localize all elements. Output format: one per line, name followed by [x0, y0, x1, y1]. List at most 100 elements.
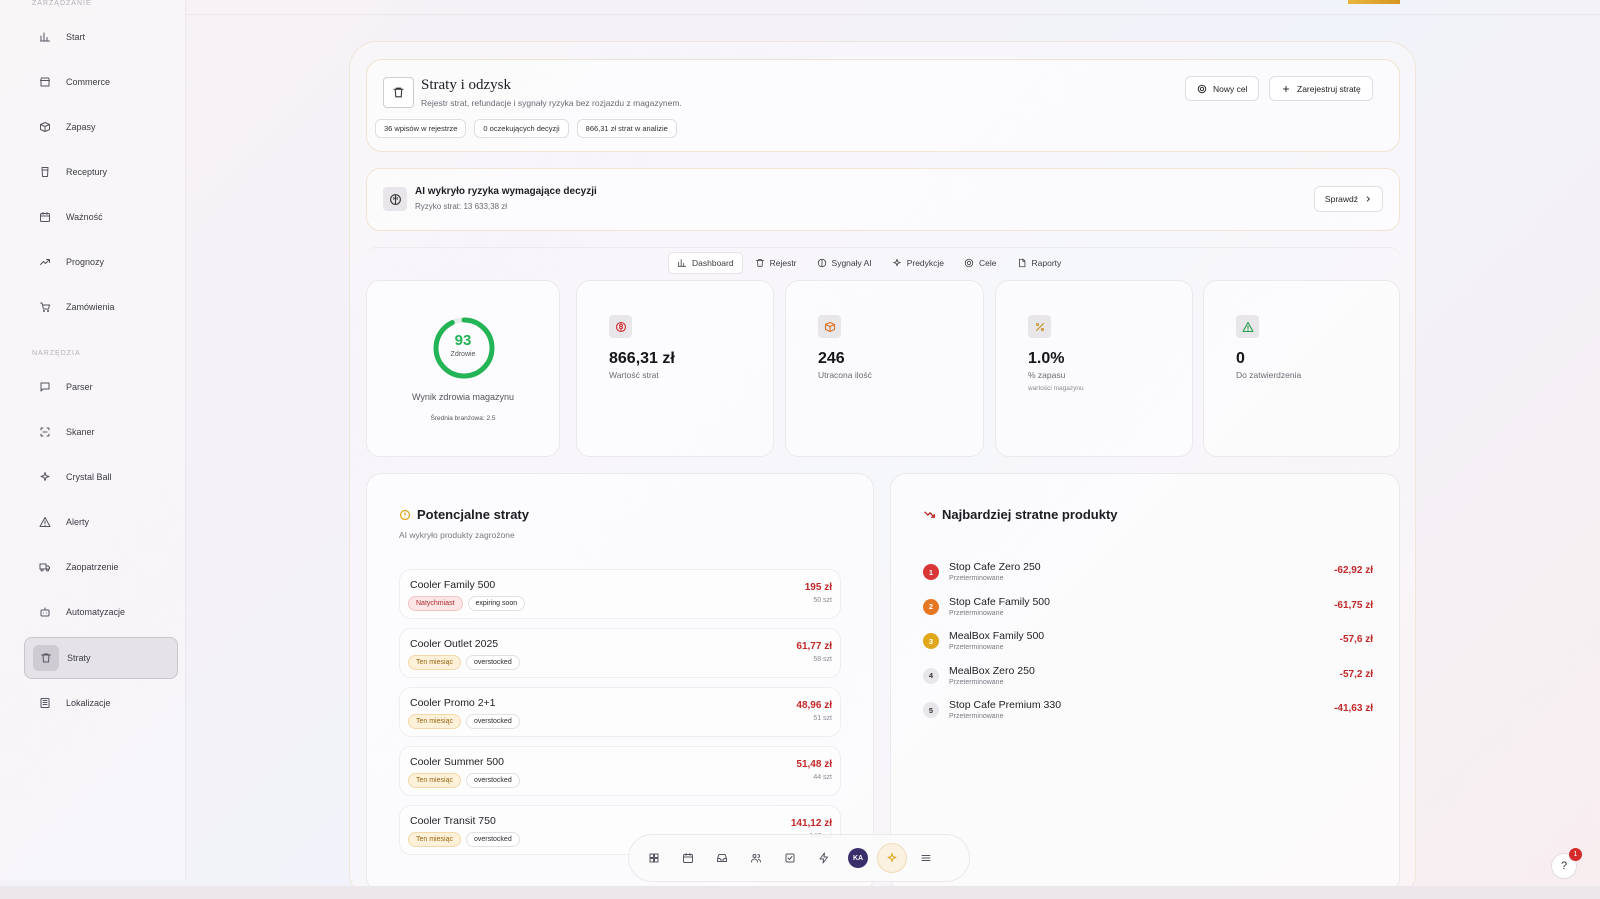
- potential-losses-title: Potencjalne straty: [417, 507, 529, 522]
- tab-label: Raporty: [1031, 258, 1062, 268]
- sidebar-item-start[interactable]: Start: [24, 16, 178, 58]
- new-goal-button[interactable]: Nowy cel: [1185, 76, 1260, 101]
- brain-icon: [383, 187, 407, 211]
- tabs: Dashboard Rejestr Sygnały AI Predykcje Cele R…: [668, 252, 1069, 274]
- reason-badge: overstocked: [465, 773, 520, 788]
- loss-tags: Ten miesiąc overstocked: [408, 832, 520, 847]
- product-name: Cooler Summer 500: [410, 756, 504, 768]
- product-name: Stop Cafe Zero 250: [949, 561, 1041, 573]
- sidebar-item-crystal-ball[interactable]: Crystal Ball: [24, 456, 178, 498]
- kpi-sublabel: wartości magazynu: [1028, 385, 1084, 392]
- sidebar-item-parser[interactable]: Parser: [24, 366, 178, 408]
- product-name: Cooler Promo 2+1: [410, 697, 496, 709]
- kpi-label: Wartość strat: [609, 370, 659, 380]
- top-product-row[interactable]: 5 Stop Cafe Premium 330 Przeterminowane -41…: [923, 698, 1373, 728]
- rank-badge: 1: [923, 564, 939, 580]
- sidebar-item-straty[interactable]: Straty: [24, 637, 178, 679]
- tab-dashboard[interactable]: Dashboard: [668, 252, 743, 274]
- loss-value: 195 zł: [804, 582, 832, 593]
- top-product-row[interactable]: 2 Stop Cafe Family 500 Przeterminowane -61,…: [923, 595, 1373, 625]
- top-product-row[interactable]: 4 MealBox Zero 250 Przeterminowane -57,2 zł: [923, 664, 1373, 694]
- calendar-dock-button[interactable]: [671, 841, 705, 875]
- sidebar-item-alerty[interactable]: Alerty: [24, 501, 178, 543]
- chip-losses: 866,31 zł strat w analizie: [576, 119, 677, 138]
- dollar-circle-icon: [609, 315, 632, 338]
- sidebar-item-wa-no-[interactable]: Ważność: [24, 196, 178, 238]
- page-subtitle: Rejestr strat, refundacje i sygnały ryzy…: [421, 98, 682, 108]
- sidebar-item-commerce[interactable]: Commerce: [24, 61, 178, 103]
- tab-predykcje[interactable]: Predykcje: [884, 252, 952, 274]
- rank-badge: 4: [923, 667, 939, 684]
- sidebar-item-label: Ważność: [66, 212, 103, 222]
- package-icon: [818, 315, 841, 338]
- product-name: MealBox Family 500: [949, 630, 1045, 642]
- inbox-dock-button[interactable]: [705, 841, 739, 875]
- sidebar-item-zam-wienia[interactable]: Zamówienia: [24, 286, 178, 328]
- sidebar-item-zaopatrzenie[interactable]: Zaopatrzenie: [24, 546, 178, 588]
- kpi-label: Do zatwierdzenia: [1236, 370, 1302, 380]
- reason-badge: overstocked: [465, 655, 520, 670]
- tab-cele[interactable]: Cele: [956, 252, 1004, 274]
- sidebar-item-automatyzacje[interactable]: Automatyzacje: [24, 591, 178, 633]
- sidebar-item-label: Zamówienia: [66, 302, 115, 312]
- sidebar-item-skaner[interactable]: Skaner: [24, 411, 178, 453]
- loss-value: -57,6 zł: [1339, 634, 1373, 645]
- tab-label: Rejestr: [769, 258, 797, 268]
- checkbox-icon: [784, 852, 796, 864]
- sidebar-item-prognozy[interactable]: Prognozy: [24, 241, 178, 283]
- zap-dock-button[interactable]: [807, 841, 841, 875]
- sidebar-item-zapasy[interactable]: Zapasy: [24, 106, 178, 148]
- potential-losses-title-row: Potencjalne straty: [399, 507, 529, 522]
- tab-sygna-y-ai[interactable]: Sygnały AI: [809, 252, 880, 274]
- bot-icon: [38, 605, 52, 619]
- zap-icon: [818, 852, 830, 864]
- tab-label: Sygnały AI: [831, 258, 872, 268]
- sparkles-icon: [892, 258, 902, 268]
- section-label-management: ZARZĄDZANIE: [32, 0, 92, 7]
- tab-raporty[interactable]: Raporty: [1009, 252, 1070, 274]
- grid-dock-button[interactable]: [637, 841, 671, 875]
- ai-assistant-button[interactable]: [875, 841, 909, 875]
- register-loss-button[interactable]: Zarejestruj stratę: [1269, 76, 1373, 101]
- building-icon: [38, 696, 52, 710]
- check-label: Sprawdź: [1324, 194, 1358, 204]
- loss-row[interactable]: Cooler Promo 2+1 Ten miesiąc overstocked 48…: [399, 687, 841, 737]
- potential-losses-subtitle: AI wykryło produkty zagrożone: [399, 530, 515, 540]
- trend-down-icon: [923, 508, 936, 521]
- health-score-label: Zdrowie: [450, 351, 476, 358]
- sidebar-item-label: Zapasy: [66, 122, 96, 132]
- scan-icon: [38, 425, 52, 439]
- ai-alert-card: AI wykryło ryzyka wymagające decyzji Ryz…: [366, 168, 1400, 231]
- loss-reason: Przeterminowane: [949, 678, 1004, 686]
- ai-alert-title: AI wykryło ryzyka wymagające decyzji: [415, 186, 597, 197]
- loss-row[interactable]: Cooler Summer 500 Ten miesiąc overstocked 5…: [399, 746, 841, 796]
- kpi-label: Utracona ilość: [818, 370, 872, 380]
- sparkles-icon: [877, 843, 907, 873]
- product-name: Cooler Outlet 2025: [410, 638, 499, 650]
- loss-value: 51,48 zł: [796, 759, 832, 770]
- chevron-right-icon: [1364, 195, 1372, 203]
- product-name: MealBox Zero 250: [949, 664, 1035, 677]
- sidebar-item-label: Parser: [66, 382, 93, 392]
- sidebar-item-lokalizacje[interactable]: Lokalizacje: [24, 682, 178, 724]
- bar-chart-icon: [677, 258, 687, 268]
- menu-button[interactable]: [909, 841, 943, 875]
- sidebar-item-label: Skaner: [66, 427, 95, 437]
- loss-reason: Przeterminowane: [949, 713, 1004, 720]
- tab-rejestr[interactable]: Rejestr: [747, 252, 805, 274]
- target-icon: [964, 258, 974, 268]
- avatar-button[interactable]: KA: [841, 841, 875, 875]
- rank-badge: 3: [923, 633, 939, 649]
- loss-row[interactable]: Cooler Outlet 2025 Ten miesiąc overstocked…: [399, 628, 841, 678]
- check-button[interactable]: Sprawdź: [1313, 186, 1383, 212]
- loss-row[interactable]: Cooler Family 500 Natychmiast expiring soo…: [399, 569, 841, 619]
- sidebar-item-label: Commerce: [66, 77, 111, 87]
- top-product-row[interactable]: 1 Stop Cafe Zero 250 Przeterminowane -62,92…: [923, 560, 1373, 590]
- sidebar-item-receptury[interactable]: Receptury: [24, 151, 178, 193]
- users-dock-button[interactable]: [739, 841, 773, 875]
- alert-triangle-icon: [38, 515, 52, 529]
- priority-badge: Ten miesiąc: [408, 655, 461, 670]
- top-product-row[interactable]: 3 MealBox Family 500 Przeterminowane -57,6 …: [923, 629, 1373, 659]
- sidebar: ZARZĄDZANIE NARZĘDZIA Start Commerce Zapas…: [0, 0, 186, 880]
- checkbox-dock-button[interactable]: [773, 841, 807, 875]
